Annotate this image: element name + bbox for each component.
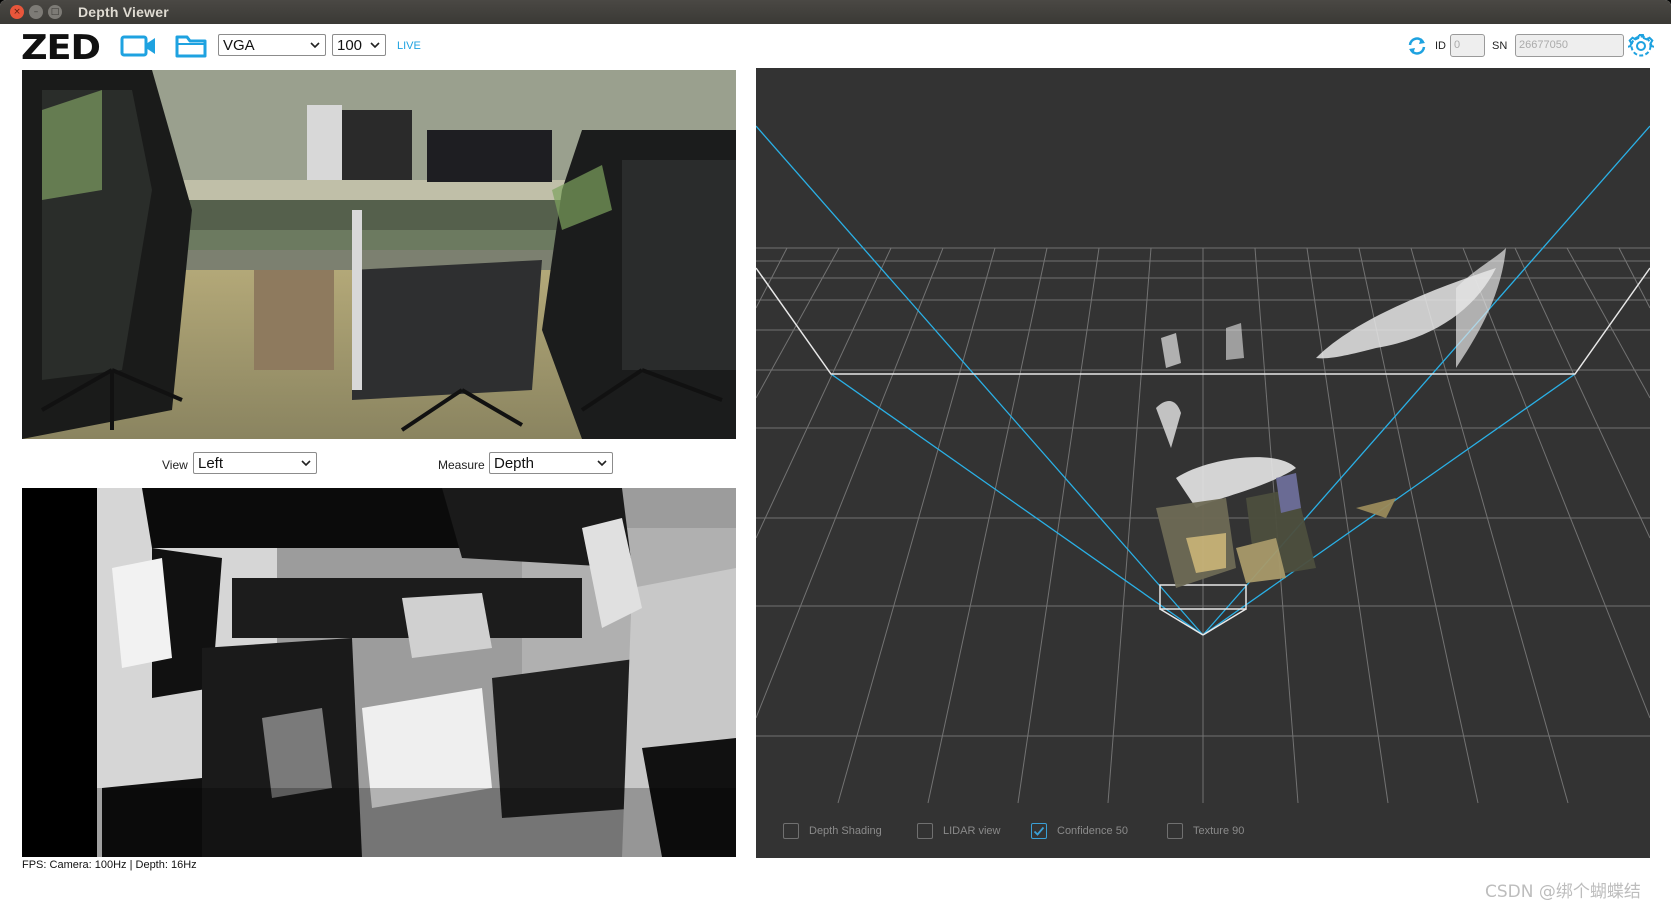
checkmark-icon — [1033, 826, 1045, 836]
open-camera-button[interactable] — [120, 32, 158, 60]
confidence-checkbox[interactable] — [1031, 823, 1047, 839]
resolution-select[interactable]: VGA — [218, 34, 326, 56]
texture-option[interactable]: Texture 90 — [1167, 823, 1244, 839]
lidar-view-checkbox[interactable] — [917, 823, 933, 839]
camera-scene-image — [22, 70, 736, 439]
texture-checkbox[interactable] — [1167, 823, 1183, 839]
close-icon: × — [13, 7, 21, 17]
gear-icon — [1628, 34, 1654, 57]
toolbar: ZED VGA 100 LIVE ID 0 SN 26677050 — [0, 24, 1671, 68]
measure-select[interactable]: Depth — [489, 452, 613, 474]
refresh-button[interactable] — [1405, 35, 1429, 57]
maximize-icon: □ — [50, 7, 60, 17]
window-title: Depth Viewer — [78, 4, 169, 20]
lidar-view-label: LIDAR view — [943, 825, 1001, 837]
serial-number-field[interactable]: 26677050 — [1515, 34, 1624, 57]
resolution-value: VGA — [223, 36, 255, 54]
left-camera-image — [22, 70, 736, 439]
settings-button[interactable] — [1627, 32, 1655, 60]
fps-select[interactable]: 100 — [332, 34, 386, 56]
live-indicator: LIVE — [397, 40, 421, 52]
view-value: Left — [198, 454, 224, 472]
confidence-option[interactable]: Confidence 50 — [1031, 823, 1128, 839]
texture-label: Texture 90 — [1193, 825, 1245, 837]
video-camera-icon — [120, 35, 155, 57]
depth-map-render — [22, 488, 736, 857]
refresh-icon — [1408, 37, 1426, 55]
minimize-window-button[interactable]: – — [29, 5, 43, 19]
measure-label: Measure — [438, 458, 485, 472]
point-cloud-render — [756, 68, 1650, 858]
folder-icon — [175, 35, 207, 58]
chevron-down-icon — [301, 460, 311, 467]
chevron-down-icon — [310, 42, 320, 49]
confidence-label: Confidence 50 — [1057, 825, 1128, 837]
chevron-down-icon — [370, 42, 380, 49]
close-window-button[interactable]: × — [10, 5, 24, 19]
depth-map-image — [22, 488, 736, 857]
view-select[interactable]: Left — [193, 452, 317, 474]
depth-viewer-window: × – □ Depth Viewer ZED VGA 100 LIVE ID 0… — [0, 0, 1671, 907]
fps-value: 100 — [337, 36, 363, 54]
point-cloud-view[interactable] — [756, 68, 1650, 858]
camera-id-field[interactable]: 0 — [1450, 34, 1485, 57]
id-label: ID — [1435, 40, 1446, 52]
chevron-down-icon — [597, 460, 607, 467]
depth-shading-label: Depth Shading — [809, 825, 882, 837]
sn-label: SN — [1492, 40, 1508, 52]
depth-shading-checkbox[interactable] — [783, 823, 799, 839]
title-bar: × – □ Depth Viewer — [0, 0, 1671, 24]
minimize-icon: – — [33, 7, 39, 17]
maximize-window-button[interactable]: □ — [48, 5, 62, 19]
depth-shading-option[interactable]: Depth Shading — [783, 823, 882, 839]
measure-value: Depth — [494, 454, 535, 472]
zed-logo: ZED — [21, 28, 101, 68]
view-label: View — [162, 458, 188, 472]
fps-status-text: FPS: Camera: 100Hz | Depth: 16Hz — [22, 859, 197, 871]
open-file-button[interactable] — [174, 32, 208, 60]
watermark: CSDN @绑个蝴蝶结 — [1485, 882, 1641, 902]
lidar-view-option[interactable]: LIDAR view — [917, 823, 1000, 839]
